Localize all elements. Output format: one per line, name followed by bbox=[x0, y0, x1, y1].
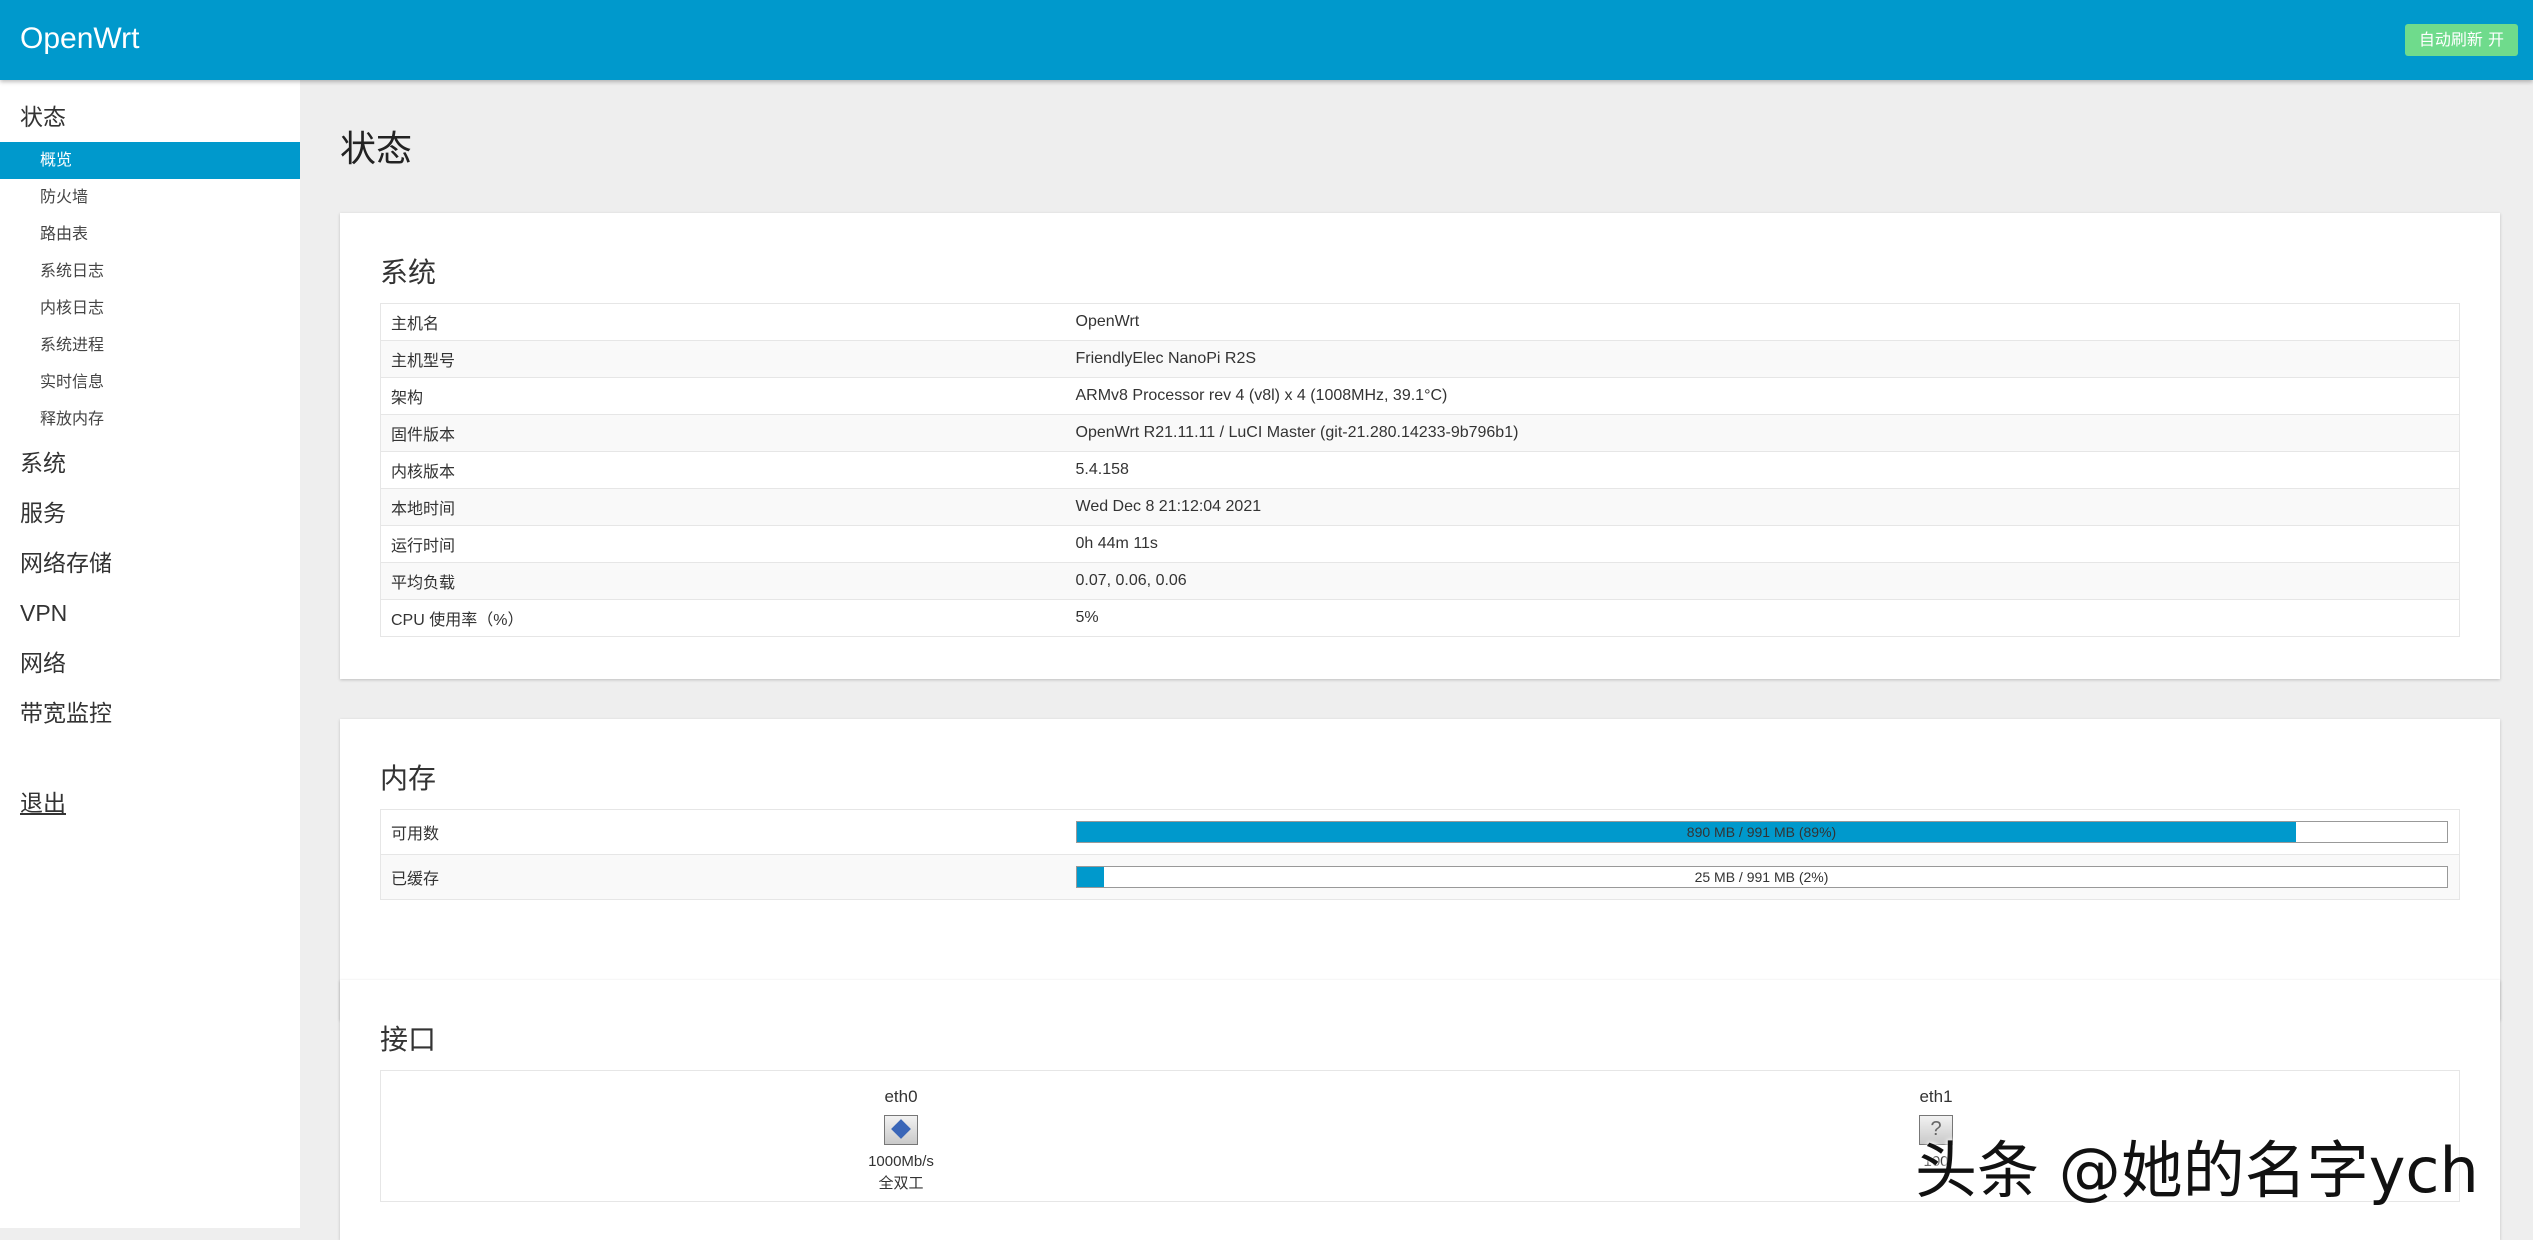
menu-status[interactable]: 状态 bbox=[0, 92, 300, 142]
system-row-value: Wed Dec 8 21:12:04 2021 bbox=[1065, 488, 2460, 526]
memory-table: 可用数 890 MB / 991 MB (89%) 已缓存 25 MB / 99… bbox=[380, 809, 2460, 900]
system-panel-title: 系统 bbox=[380, 257, 437, 288]
system-row-key: CPU 使用率（%） bbox=[380, 599, 1066, 637]
table-row: 架构 ARMv8 Processor rev 4 (v8l) x 4 (1008M… bbox=[380, 377, 2460, 415]
memory-available-text: 890 MB / 991 MB (89%) bbox=[1686, 824, 1837, 840]
auto-refresh-button[interactable]: 自动刷新 开 bbox=[2404, 24, 2518, 56]
sidebar-item-realtime[interactable]: 实时信息 bbox=[0, 364, 300, 401]
memory-available-cell: 890 MB / 991 MB (89%) bbox=[1065, 809, 2460, 855]
memory-panel-title: 内存 bbox=[380, 763, 437, 794]
menu-services[interactable]: 服务 bbox=[0, 488, 300, 538]
interface-duplex: 全双工 bbox=[878, 1175, 924, 1192]
memory-available-bar: 890 MB / 991 MB (89%) bbox=[1075, 821, 2448, 843]
interface-eth0[interactable]: eth0 1000Mb/s 全双工 bbox=[841, 1087, 961, 1195]
memory-cached-text: 25 MB / 991 MB (2%) bbox=[1694, 869, 1829, 885]
top-header: OpenWrt 自动刷新 开 bbox=[0, 0, 2533, 80]
interface-name: eth1 bbox=[1919, 1087, 1953, 1106]
menu-network[interactable]: 网络 bbox=[0, 638, 300, 688]
menu-group-status: 状态 概览 防火墙 路由表 系统日志 内核日志 系统进程 实时信息 释放内存 bbox=[0, 80, 300, 438]
memory-available-label: 可用数 bbox=[380, 809, 1066, 855]
system-row-key: 运行时间 bbox=[380, 525, 1066, 563]
memory-cached-cell: 25 MB / 991 MB (2%) bbox=[1065, 854, 2460, 900]
ethernet-connected-icon bbox=[884, 1115, 918, 1145]
brand-link[interactable]: OpenWrt bbox=[20, 22, 140, 56]
system-row-value: OpenWrt bbox=[1065, 303, 2460, 341]
logout-link[interactable]: 退出 bbox=[0, 778, 300, 828]
system-panel: 系统 主机名 OpenWrt 主机型号 FriendlyElec NanoPi R2S… bbox=[340, 213, 2500, 679]
system-row-value: 0.07, 0.06, 0.06 bbox=[1065, 562, 2460, 600]
sidebar: 状态 概览 防火墙 路由表 系统日志 内核日志 系统进程 实时信息 释放内存 系… bbox=[0, 80, 300, 1228]
table-row: 运行时间 0h 44m 11s bbox=[380, 525, 2460, 563]
menu-bandwidth[interactable]: 带宽监控 bbox=[0, 688, 300, 738]
system-row-value: 0h 44m 11s bbox=[1065, 525, 2460, 563]
system-row-key: 本地时间 bbox=[380, 488, 1066, 526]
memory-panel: 内存 可用数 890 MB / 991 MB (89%) 已缓存 25 MB /… bbox=[340, 719, 2500, 1020]
sidebar-item-firewall[interactable]: 防火墙 bbox=[0, 179, 300, 216]
sidebar-item-kernel-log[interactable]: 内核日志 bbox=[0, 290, 300, 327]
interface-name: eth0 bbox=[884, 1087, 918, 1106]
system-row-value: 5% bbox=[1065, 599, 2460, 637]
sidebar-item-overview[interactable]: 概览 bbox=[0, 142, 300, 179]
table-row: 已缓存 25 MB / 991 MB (2%) bbox=[380, 854, 2460, 900]
table-row: 可用数 890 MB / 991 MB (89%) bbox=[380, 809, 2460, 855]
menu-vpn[interactable]: VPN bbox=[0, 588, 300, 638]
sidebar-item-routes[interactable]: 路由表 bbox=[0, 216, 300, 253]
sidebar-item-free-memory[interactable]: 释放内存 bbox=[0, 401, 300, 438]
watermark: 头条 @她的名字ych bbox=[1915, 1134, 2479, 1207]
system-row-value: OpenWrt R21.11.11 / LuCI Master (git-21.… bbox=[1065, 414, 2460, 452]
sidebar-item-processes[interactable]: 系统进程 bbox=[0, 327, 300, 364]
sidebar-item-syslog[interactable]: 系统日志 bbox=[0, 253, 300, 290]
system-row-key: 主机名 bbox=[380, 303, 1066, 341]
system-row-key: 主机型号 bbox=[380, 340, 1066, 378]
table-row: 平均负载 0.07, 0.06, 0.06 bbox=[380, 562, 2460, 600]
main-content: 状态 系统 主机名 OpenWrt 主机型号 FriendlyElec NanoPi … bbox=[300, 80, 2533, 1240]
memory-cached-bar: 25 MB / 991 MB (2%) bbox=[1075, 866, 2448, 888]
table-row: 内核版本 5.4.158 bbox=[380, 451, 2460, 489]
memory-cached-label: 已缓存 bbox=[380, 854, 1066, 900]
menu-nas[interactable]: 网络存储 bbox=[0, 538, 300, 588]
system-row-key: 架构 bbox=[380, 377, 1066, 415]
table-row: 主机名 OpenWrt bbox=[380, 303, 2460, 341]
system-row-key: 平均负载 bbox=[380, 562, 1066, 600]
system-table: 主机名 OpenWrt 主机型号 FriendlyElec NanoPi R2S 架构 A… bbox=[380, 303, 2460, 637]
interfaces-panel-title: 接口 bbox=[380, 1024, 437, 1055]
system-row-key: 内核版本 bbox=[380, 451, 1066, 489]
table-row: 固件版本 OpenWrt R21.11.11 / LuCI Master (git… bbox=[380, 414, 2460, 452]
system-row-value: ARMv8 Processor rev 4 (v8l) x 4 (1008MHz… bbox=[1065, 377, 2460, 415]
system-row-value: FriendlyElec NanoPi R2S bbox=[1065, 340, 2460, 378]
page-title: 状态 bbox=[340, 128, 413, 169]
interface-speed: 1000Mb/s bbox=[868, 1153, 934, 1170]
table-row: 主机型号 FriendlyElec NanoPi R2S bbox=[380, 340, 2460, 378]
menu-system[interactable]: 系统 bbox=[0, 438, 300, 488]
table-row: 本地时间 Wed Dec 8 21:12:04 2021 bbox=[380, 488, 2460, 526]
system-row-value: 5.4.158 bbox=[1065, 451, 2460, 489]
system-row-key: 固件版本 bbox=[380, 414, 1066, 452]
table-row: CPU 使用率（%） 5% bbox=[380, 599, 2460, 637]
